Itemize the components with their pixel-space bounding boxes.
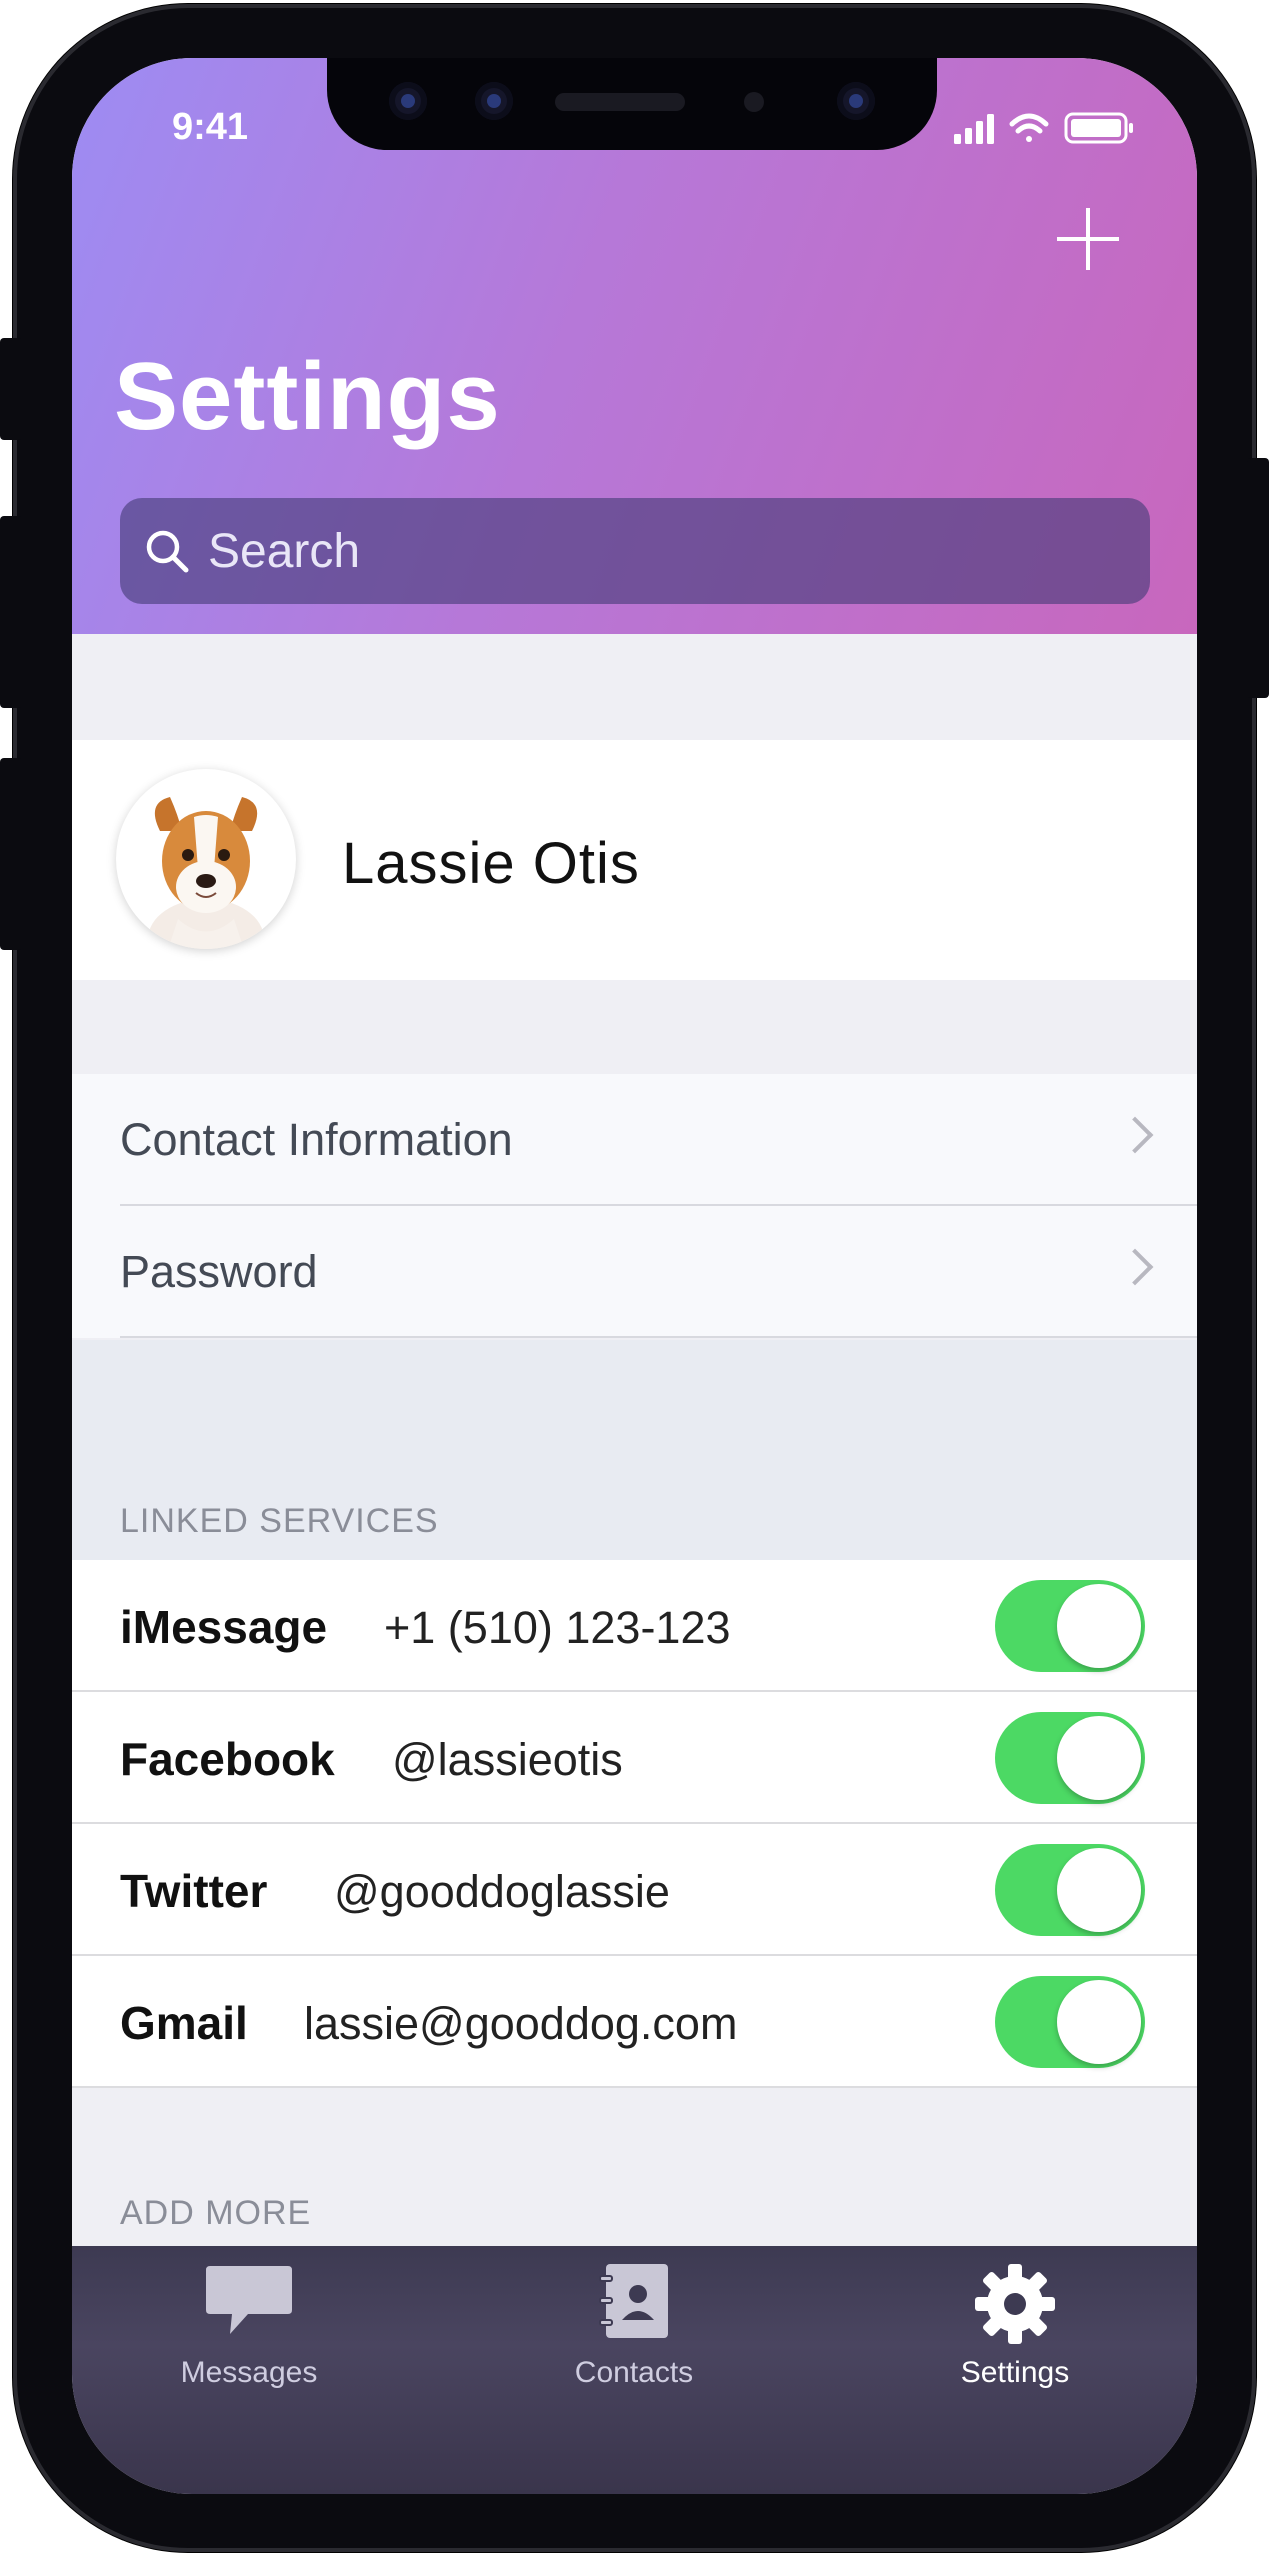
service-account: +1 (510) 123-123 (384, 1602, 731, 1653)
section-header-linked-services: LINKED SERVICES (120, 1502, 439, 1540)
camera-sensor (389, 82, 427, 120)
status-indicators (954, 112, 1133, 144)
front-camera (837, 82, 875, 120)
phone-volume-up (0, 516, 22, 708)
camera-sensor (475, 82, 513, 120)
list-item-contact-information[interactable]: Contact Information (72, 1074, 1197, 1204)
linked-services-list: iMessage +1 (510) 123-123 Facebook @lass… (72, 1560, 1197, 2088)
list-item-gmail: Gmail lassie@gooddog.com (72, 1956, 1197, 2086)
list-item-twitter: Twitter @gooddoglassie (72, 1824, 1197, 1954)
app-screen: 9:41 Settings Search Lassie Otis Contact… (72, 58, 1197, 2494)
tab-settings[interactable]: Settings (865, 2246, 1165, 2494)
speech-bubble-icon (206, 2266, 292, 2334)
phone-volume-down (0, 758, 22, 950)
earpiece-speaker (555, 93, 685, 111)
list-item-facebook: Facebook @lassieotis (72, 1692, 1197, 1822)
service-account: lassie@gooddog.com (304, 1998, 738, 2049)
address-book-icon (599, 2264, 668, 2338)
cellular-signal-icon (954, 114, 994, 144)
service-name: Facebook (120, 1733, 335, 1785)
search-icon (146, 530, 189, 573)
search-input[interactable]: Search (120, 498, 1150, 604)
battery-icon (1064, 112, 1133, 144)
gmail-toggle[interactable] (995, 1976, 1145, 2068)
divider (72, 2086, 1197, 2088)
dog-avatar (148, 797, 264, 949)
add-more-section-header: ADD MORE (72, 2090, 1197, 2252)
profile-name: Lassie Otis (342, 831, 640, 896)
toggle-knob (1057, 1584, 1141, 1668)
page-title: Settings (114, 343, 501, 450)
avatar (116, 769, 296, 949)
tab-bar: Messages Contacts Settings (72, 2246, 1197, 2494)
plus-icon[interactable] (1053, 204, 1123, 274)
tab-contacts[interactable]: Contacts (484, 2246, 784, 2494)
search-placeholder: Search (208, 524, 361, 578)
account-settings-group: Contact Information Password (72, 1074, 1197, 1338)
section-header-add-more: ADD MORE (120, 2194, 312, 2232)
list-item-label: Contact Information (120, 1114, 513, 1165)
tab-label: Messages (180, 2356, 318, 2389)
list-item-label: Password (120, 1246, 318, 1297)
profile-row[interactable]: Lassie Otis (72, 740, 1197, 980)
list-item-password[interactable]: Password (72, 1206, 1197, 1336)
tab-label: Settings (960, 2356, 1070, 2389)
twitter-toggle[interactable] (995, 1844, 1145, 1936)
imessage-toggle[interactable] (995, 1580, 1145, 1672)
toggle-knob (1057, 1980, 1141, 2064)
status-time: 9:41 (172, 106, 249, 148)
service-account: @lassieotis (392, 1734, 623, 1785)
facebook-toggle[interactable] (995, 1712, 1145, 1804)
chevron-right-icon (1116, 1116, 1154, 1154)
service-name: iMessage (120, 1601, 328, 1653)
phone-mute-switch (0, 338, 22, 440)
linked-services-section-header: LINKED SERVICES (72, 1340, 1197, 1560)
wifi-icon (1009, 113, 1049, 142)
divider (120, 1336, 1197, 1338)
toggle-knob (1057, 1848, 1141, 1932)
service-name: Gmail (120, 1997, 248, 2049)
gear-icon (975, 2264, 1055, 2344)
service-account: @gooddoglassie (334, 1866, 670, 1917)
tab-label: Contacts (574, 2356, 694, 2389)
phone-power-button (1247, 458, 1269, 698)
list-item-imessage: iMessage +1 (510) 123-123 (72, 1560, 1197, 1690)
chevron-right-icon (1116, 1248, 1154, 1286)
tab-messages[interactable]: Messages (99, 2246, 399, 2494)
device-notch (327, 58, 937, 150)
proximity-sensor (744, 92, 764, 112)
toggle-knob (1057, 1716, 1141, 1800)
service-name: Twitter (120, 1865, 268, 1917)
